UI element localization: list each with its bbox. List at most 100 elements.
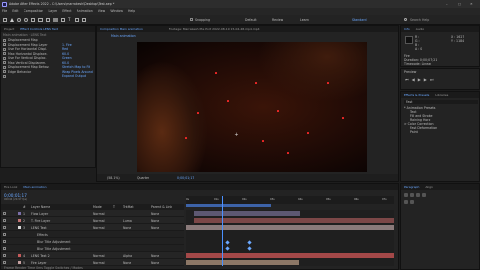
layer-trkmat[interactable]: None <box>123 261 131 265</box>
visibility-eye-icon[interactable] <box>3 212 6 215</box>
menu-edit[interactable]: Edit <box>12 8 18 15</box>
layer-parent[interactable]: None <box>151 226 159 230</box>
timeline-layer-row[interactable]: 4 LENS Text 2 Normal Alpha None <box>1 252 184 259</box>
brush-tool-icon[interactable] <box>75 18 79 22</box>
stopwatch-icon[interactable] <box>3 47 6 51</box>
timeline-layer-row[interactable]: Blur Title Adjustment <box>1 245 184 252</box>
menu-help[interactable]: Help <box>128 8 135 15</box>
pan-behind-tool-icon[interactable] <box>46 18 50 22</box>
rotate-tool-icon[interactable] <box>31 18 35 22</box>
label-color-swatch[interactable] <box>18 261 21 264</box>
label-color-swatch[interactable] <box>18 226 21 229</box>
indent-left-icon[interactable] <box>404 200 408 204</box>
layer-parent[interactable]: None <box>151 254 159 258</box>
stopwatch-icon[interactable] <box>3 61 6 65</box>
timeline-layer-row[interactable]: 3 LENS Text Normal None None <box>1 224 184 231</box>
stopwatch-icon[interactable] <box>3 38 6 42</box>
layer-name[interactable]: Blur Title Adjustment <box>37 247 95 251</box>
effect-control-row[interactable]: Expand Output <box>1 74 95 79</box>
visibility-eye-icon[interactable] <box>3 226 6 229</box>
composition-viewer[interactable]: + <box>137 42 367 172</box>
camera-tool-icon[interactable] <box>38 18 43 22</box>
workspace-learn[interactable]: Learn <box>300 18 309 22</box>
indent-right-icon[interactable] <box>410 200 414 204</box>
timeline-footer[interactable]: Frame Render Time 0ms Toggle Switches / … <box>4 266 204 270</box>
label-color-swatch[interactable] <box>18 212 21 215</box>
footage-tab-label[interactable]: Footage: Marrakesh Pte Port 2022-08-19 1… <box>166 26 263 32</box>
effect-property-value[interactable]: 1. Fire <box>62 43 72 47</box>
hand-tool-icon[interactable] <box>17 18 21 22</box>
keyframe-icon[interactable] <box>225 240 230 245</box>
layer-name[interactable]: Effects <box>37 233 95 237</box>
layer-bar[interactable] <box>194 218 394 223</box>
layer-bar[interactable] <box>186 225 394 230</box>
maximize-button[interactable]: □ <box>458 2 461 6</box>
label-color-swatch[interactable] <box>18 219 21 222</box>
tab-effect-controls[interactable]: Effect Controls LENS Text <box>17 26 61 32</box>
tab-info[interactable]: Info <box>401 26 413 32</box>
layer-name[interactable]: LENS Text <box>31 226 89 230</box>
layer-parent[interactable]: None <box>151 212 159 216</box>
playhead[interactable] <box>222 196 223 266</box>
justify-icon[interactable] <box>422 193 426 197</box>
search-icon[interactable] <box>404 18 407 21</box>
layer-bar[interactable] <box>194 211 300 216</box>
time-ruler[interactable]: 0s 01s 02s 03s 04s 05s 06s 07s <box>186 196 394 204</box>
timeline-layer-row[interactable]: Blur Title Adjustment <box>1 238 184 245</box>
layer-mode[interactable]: Normal <box>93 226 105 230</box>
layer-name[interactable]: Fire Layer <box>31 261 89 265</box>
layer-name[interactable]: Flow Layer <box>31 212 89 216</box>
close-button[interactable]: ✕ <box>470 2 473 6</box>
effect-property-value[interactable]: Wrap Pixels Around <box>62 70 93 74</box>
composition-breadcrumb[interactable]: Main animation <box>111 34 136 38</box>
timeline-layer-row[interactable]: Effects <box>1 231 184 238</box>
visibility-eye-icon[interactable] <box>3 240 6 243</box>
layer-name[interactable]: LENS Text 2 <box>31 254 89 258</box>
layer-mode[interactable]: Normal <box>93 212 105 216</box>
effect-property-value[interactable]: Red <box>62 47 68 51</box>
tab-project[interactable]: Project <box>1 26 17 32</box>
home-icon[interactable] <box>3 18 7 22</box>
play-icon[interactable]: ▶ <box>418 77 421 82</box>
workspace-review[interactable]: Review <box>272 18 283 22</box>
effect-property-value[interactable]: 60.0 <box>62 52 69 56</box>
workspace-default[interactable]: Default <box>245 18 257 22</box>
effect-property-value[interactable]: Stretch Map to Fit <box>62 65 90 69</box>
visibility-eye-icon[interactable] <box>3 219 6 222</box>
type-tool-icon[interactable]: T <box>68 18 72 22</box>
layer-name[interactable]: Blur Title Adjustment <box>37 240 95 244</box>
tab-effects-presets[interactable]: Effects & Presets <box>401 92 432 98</box>
keyframe-icon[interactable] <box>247 246 252 251</box>
label-color-swatch[interactable] <box>18 254 21 257</box>
layer-trkmat[interactable]: Alpha <box>123 254 132 258</box>
layer-trkmat[interactable]: Luma <box>123 219 132 223</box>
tab-paragraph[interactable]: Paragraph <box>401 184 422 190</box>
layer-name[interactable]: T. Fire Layer <box>31 219 89 223</box>
stopwatch-icon[interactable] <box>3 65 6 69</box>
prev-frame-icon[interactable]: ◀ <box>412 77 415 82</box>
tab-audio[interactable]: Audio <box>413 26 428 32</box>
viewer-timecode[interactable]: 0;00;01;17 <box>177 176 194 180</box>
pen-tool-icon[interactable] <box>61 18 65 22</box>
rectangle-tool-icon[interactable] <box>53 18 58 22</box>
timeline-layer-row[interactable]: 5 Fire Layer Normal None None <box>1 259 184 266</box>
effects-list-item[interactable]: Paint <box>404 130 480 134</box>
stopwatch-icon[interactable] <box>3 70 6 74</box>
effect-property-value[interactable]: Green <box>62 56 72 60</box>
effects-search-input[interactable]: Fast <box>404 100 478 104</box>
visibility-eye-icon[interactable] <box>3 254 6 257</box>
align-left-icon[interactable] <box>404 193 408 197</box>
anchor-crosshair-icon[interactable]: + <box>234 133 239 138</box>
zoom-level[interactable]: (58.1%) <box>107 176 120 180</box>
menu-layer[interactable]: Layer <box>48 8 57 15</box>
align-center-icon[interactable] <box>410 193 414 197</box>
effect-property-value[interactable]: 60.0 <box>62 61 69 65</box>
menu-animation[interactable]: Animation <box>77 8 93 15</box>
layer-bar[interactable] <box>186 253 394 258</box>
layer-mode[interactable]: Normal <box>93 219 105 223</box>
stopwatch-icon[interactable] <box>3 52 6 56</box>
tab-main-animation[interactable]: Main animation <box>20 184 49 190</box>
layer-parent[interactable]: None <box>151 261 159 265</box>
work-area-bar[interactable] <box>186 204 271 207</box>
layer-bar[interactable] <box>186 260 299 265</box>
